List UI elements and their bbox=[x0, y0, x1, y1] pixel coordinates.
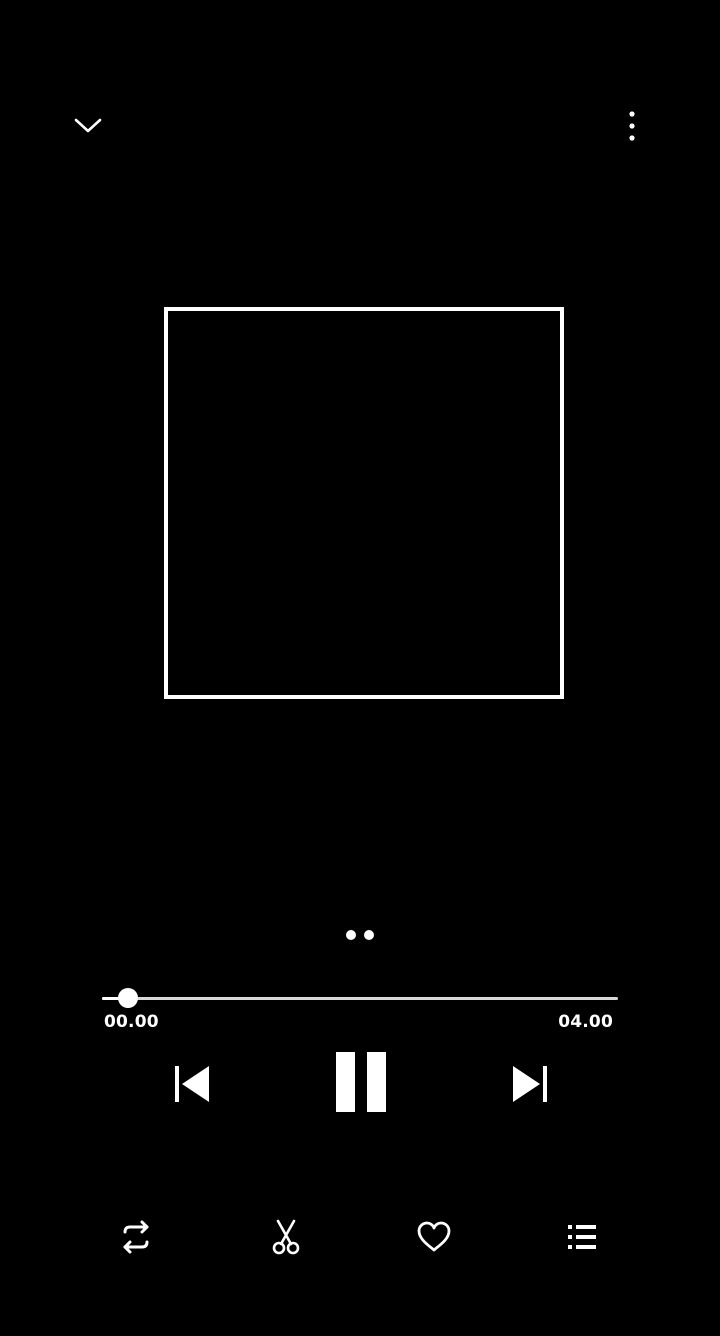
previous-track-button[interactable] bbox=[166, 1060, 218, 1108]
next-track-button[interactable] bbox=[504, 1060, 556, 1108]
collapse-button[interactable] bbox=[64, 102, 112, 150]
total-duration: 04.00 bbox=[558, 1012, 613, 1032]
more-options-button[interactable] bbox=[612, 102, 652, 150]
skip-previous-icon bbox=[175, 1066, 209, 1102]
favorite-button[interactable] bbox=[410, 1214, 458, 1260]
repeat-icon bbox=[123, 1220, 149, 1254]
page-dot bbox=[364, 930, 374, 940]
more-vertical-icon bbox=[629, 111, 635, 141]
seek-bar-thumb[interactable] bbox=[117, 988, 138, 1008]
skip-next-icon bbox=[513, 1066, 547, 1102]
queue-button[interactable] bbox=[558, 1214, 606, 1260]
pause-button[interactable] bbox=[330, 1048, 392, 1116]
repeat-button[interactable] bbox=[112, 1214, 160, 1260]
pause-icon bbox=[336, 1052, 386, 1112]
seek-bar[interactable] bbox=[102, 988, 618, 1008]
cut-button[interactable] bbox=[262, 1214, 310, 1260]
chevron-down-icon bbox=[74, 118, 102, 133]
album-art bbox=[164, 307, 564, 699]
heart-icon bbox=[417, 1221, 451, 1252]
page-indicator[interactable] bbox=[340, 929, 380, 941]
elapsed-time: 00.00 bbox=[104, 1012, 159, 1032]
scissors-icon bbox=[272, 1219, 300, 1255]
page-dot bbox=[346, 930, 356, 940]
list-icon bbox=[568, 1225, 596, 1249]
